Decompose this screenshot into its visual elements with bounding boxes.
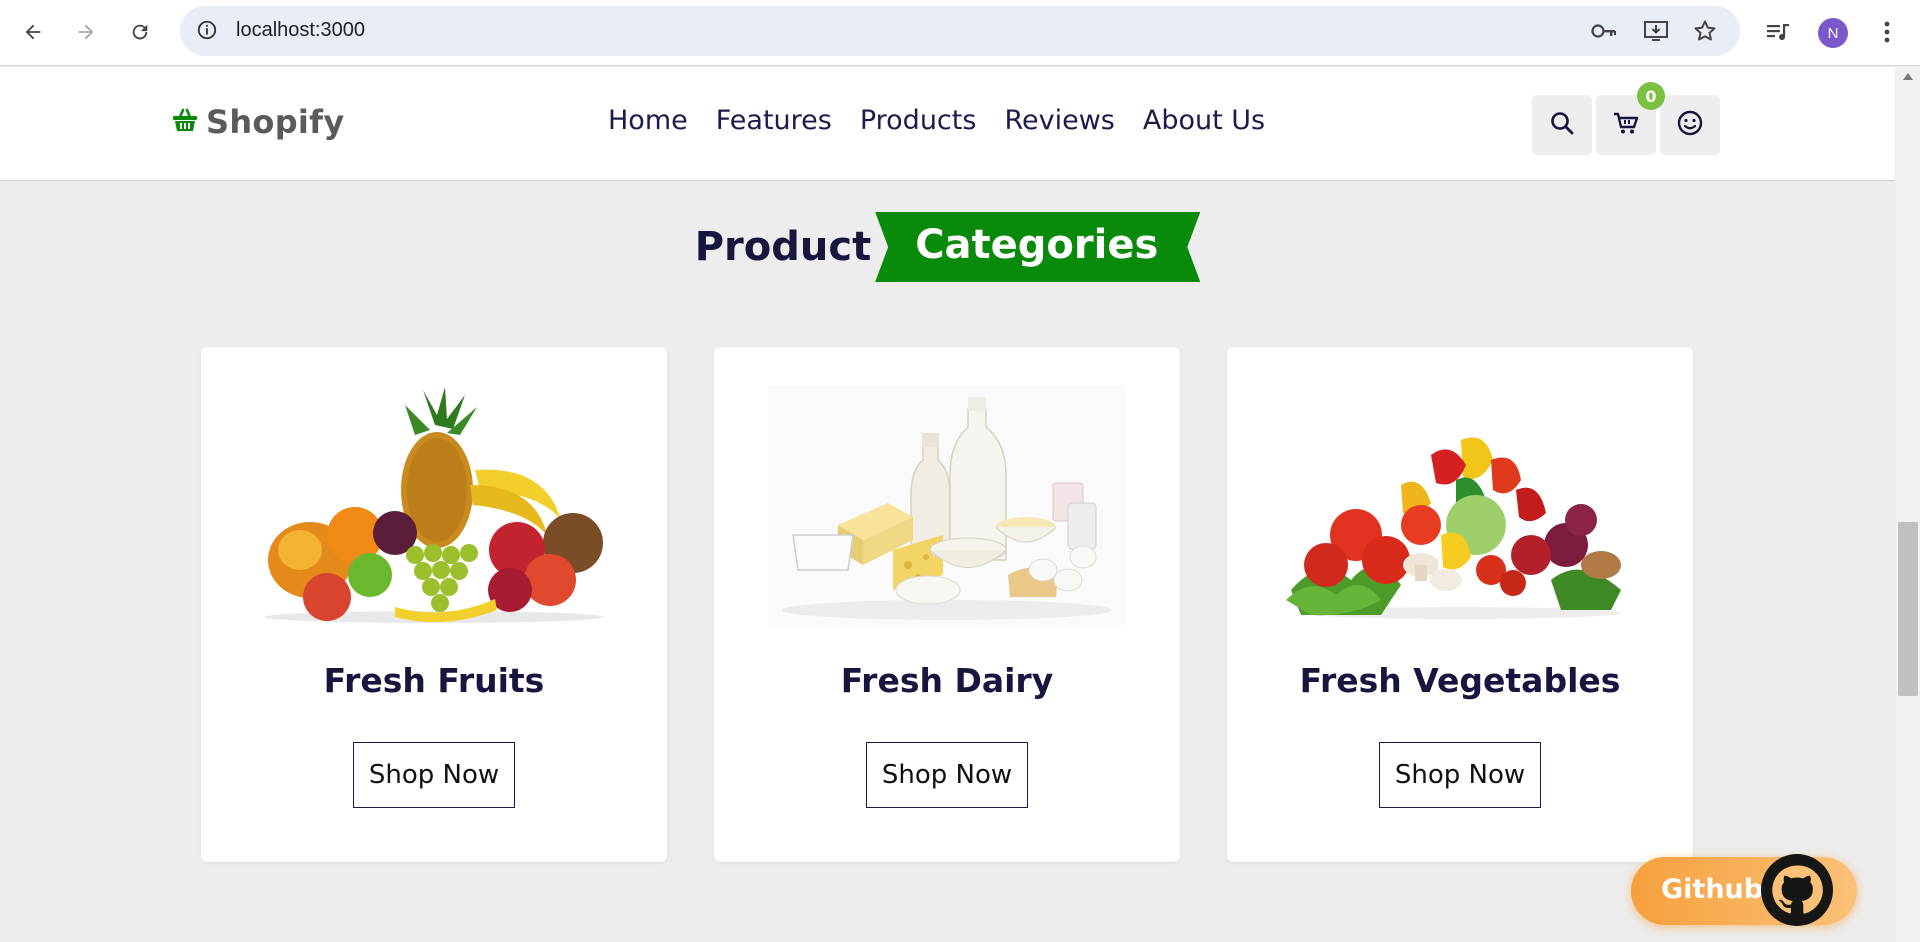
site-header: Shopify Home Features Products Reviews A… [0, 67, 1895, 181]
url-text[interactable]: localhost:3000 [236, 19, 365, 42]
search-icon [1549, 110, 1575, 140]
cart-icon [1612, 110, 1640, 140]
browser-toolbar: localhost:3000 N [0, 0, 1920, 66]
category-card-fruits: Fresh Fruits Shop Now [201, 347, 667, 862]
github-label: Github [1661, 874, 1764, 905]
profile-avatar[interactable]: N [1818, 18, 1848, 48]
user-button[interactable] [1660, 95, 1720, 155]
category-title: Fresh Fruits [323, 661, 545, 700]
dairy-image [768, 385, 1126, 625]
heading-highlight-ribbon: Categories [875, 212, 1201, 282]
user-smile-icon [1676, 109, 1704, 141]
kebab-menu-icon[interactable] [1868, 13, 1906, 51]
category-card-vegetables: Fresh Vegetables Shop Now [1227, 347, 1693, 862]
shop-now-button[interactable]: Shop Now [866, 742, 1028, 808]
vegetables-image [1281, 385, 1639, 625]
bookmark-star-icon[interactable] [1693, 19, 1717, 47]
heading-plain-text: Product [694, 224, 872, 270]
nav-link-about-us[interactable]: About Us [1143, 105, 1265, 136]
section-heading: Product Categories [0, 212, 1895, 282]
key-icon[interactable] [1590, 19, 1618, 47]
category-title: Fresh Vegetables [1299, 661, 1621, 700]
reload-icon[interactable] [121, 13, 159, 51]
shop-now-button[interactable]: Shop Now [1379, 742, 1541, 808]
github-button[interactable]: Github [1631, 854, 1857, 926]
nav-link-reviews[interactable]: Reviews [1004, 105, 1114, 136]
logo[interactable]: Shopify [172, 103, 345, 141]
shop-now-button[interactable]: Shop Now [353, 742, 515, 808]
cart-count-badge: 0 [1637, 82, 1665, 110]
fruits-image [255, 385, 613, 625]
nav-link-products[interactable]: Products [860, 105, 977, 136]
github-octocat-icon [1761, 854, 1833, 926]
nav-link-features[interactable]: Features [716, 105, 832, 136]
page-scrollbar[interactable] [1896, 67, 1920, 942]
main-nav: Home Features Products Reviews About Us [608, 105, 1265, 136]
category-title: Fresh Dairy [840, 661, 1054, 700]
install-app-icon[interactable] [1643, 19, 1669, 47]
forward-arrow-icon[interactable] [67, 13, 105, 51]
search-button[interactable] [1532, 95, 1592, 155]
scrollbar-thumb[interactable] [1898, 522, 1918, 696]
back-arrow-icon[interactable] [14, 13, 52, 51]
shopping-basket-icon [172, 107, 198, 137]
scroll-up-arrow-icon[interactable] [1903, 73, 1913, 80]
address-bar[interactable]: localhost:3000 [180, 6, 1740, 56]
logo-text: Shopify [206, 103, 345, 141]
site-info-icon[interactable] [196, 19, 218, 45]
category-card-dairy: Fresh Dairy Shop Now [714, 347, 1180, 862]
nav-link-home[interactable]: Home [608, 105, 688, 136]
media-controls-icon[interactable] [1759, 13, 1797, 51]
